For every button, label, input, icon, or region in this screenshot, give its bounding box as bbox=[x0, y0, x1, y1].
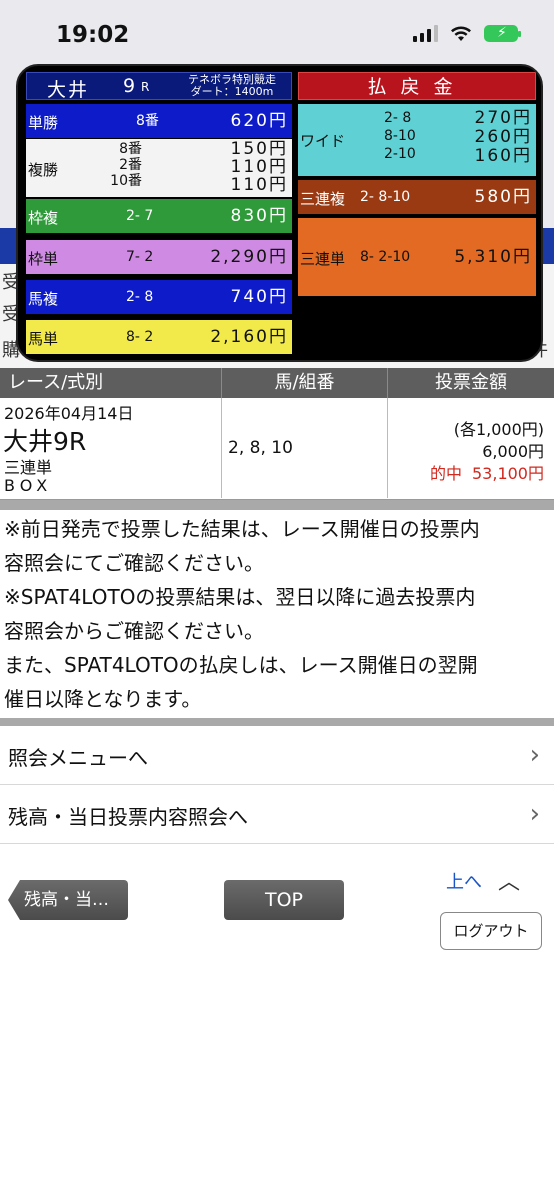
payout-amount: 580円 bbox=[474, 187, 532, 207]
payout-combo: 8- 2-10 bbox=[360, 249, 411, 265]
payout-amount: 110円 bbox=[230, 157, 288, 177]
race-date: 2026年04月14日 bbox=[4, 404, 134, 423]
total-amount: 6,000円 bbox=[482, 442, 544, 461]
race-distance: ダート：1400m bbox=[190, 85, 274, 98]
bet-type-label: 枠複 bbox=[28, 209, 59, 227]
bet-type-label: 単勝 bbox=[28, 114, 59, 132]
payout-amount: 740円 bbox=[230, 287, 288, 307]
chevron-up-icon[interactable]: ︿ bbox=[498, 864, 520, 896]
section-divider bbox=[0, 500, 554, 510]
payout-combo: 2- 7 bbox=[126, 208, 154, 224]
bet-type-label: ワイド bbox=[300, 132, 346, 150]
menu-link-balance[interactable]: 残高・当日投票内容照会へ › bbox=[0, 786, 554, 844]
payout-amount: 2,160円 bbox=[210, 327, 288, 347]
race-label: 大井9R bbox=[3, 427, 87, 456]
horse-numbers: 2, 8, 10 bbox=[228, 438, 293, 458]
payout-sanrentan: 三連単 8- 2-10 5,310円 bbox=[298, 218, 536, 296]
payout-amount: 830円 bbox=[230, 206, 288, 226]
bet-method: BOX bbox=[4, 476, 53, 495]
column-header-amount: 投票金額 bbox=[435, 372, 507, 393]
payout-combo: 8-10 bbox=[384, 128, 416, 144]
result-table-header: レース/式別 馬/組番 投票金額 bbox=[0, 368, 554, 398]
payout-amount: 260円 bbox=[474, 127, 532, 147]
status-bar: 19:02 ⚡ bbox=[0, 0, 554, 68]
menu-link-inquiry[interactable]: 照会メニューへ › bbox=[0, 727, 554, 785]
note-line: 催日以降となります。 bbox=[4, 687, 202, 711]
amount-cell: (各1,000円) 6,000円 的中 53,100円 bbox=[388, 398, 554, 498]
cellular-signal-icon bbox=[413, 24, 438, 42]
payout-combo: 10番 bbox=[110, 173, 142, 189]
payout-combo: 2- 8 bbox=[384, 110, 412, 126]
payout-amount: 5,310円 bbox=[454, 247, 532, 267]
table-row: 2026年04月14日 大井9R 三連単 BOX 2, 8, 10 (各1,00… bbox=[0, 398, 554, 500]
hit-amount: 53,100円 bbox=[472, 464, 544, 483]
payout-tansho: 単勝 8番 620円 bbox=[26, 104, 292, 138]
payout-wide: ワイド 2- 8 8-10 2-10 270円 260円 160円 bbox=[298, 104, 536, 176]
payout-amount: 150円 bbox=[230, 139, 288, 159]
bet-type: 三連単 bbox=[4, 458, 53, 477]
status-time: 19:02 bbox=[56, 22, 130, 48]
payout-result-board: 大井 9 R テネボラ特別競走 ダート：1400m 払戻金 単勝 8番 620円… bbox=[16, 64, 543, 362]
bet-type-label: 複勝 bbox=[28, 161, 59, 179]
top-button[interactable]: TOP bbox=[224, 880, 344, 920]
payout-amount: 160円 bbox=[474, 146, 532, 166]
note-line: 容照会にてご確認ください。 bbox=[4, 551, 264, 575]
note-line: また、SPAT4LOTOの払戻しは、レース開催日の翌開 bbox=[4, 653, 478, 677]
race-suffix: R bbox=[141, 80, 150, 94]
payout-sanrenfuku: 三連複 2- 8-10 580円 bbox=[298, 180, 536, 214]
payout-umafuku: 馬複 2- 8 740円 bbox=[26, 280, 292, 314]
note-line: ※前日発売で投票した結果は、レース開催日の投票内 bbox=[4, 517, 480, 541]
payout-fukusho: 複勝 8番 2番 10番 150円 110円 110円 bbox=[26, 139, 292, 197]
section-divider bbox=[0, 718, 554, 726]
payout-amount: 110円 bbox=[230, 175, 288, 195]
race-number: 9 bbox=[123, 75, 136, 97]
payout-combo: 8- 2 bbox=[126, 329, 154, 345]
status-icons: ⚡ bbox=[413, 24, 521, 42]
payout-amount: 270円 bbox=[474, 108, 532, 128]
bet-type-label: 三連複 bbox=[300, 190, 346, 208]
payout-combo: 8番 bbox=[136, 113, 159, 129]
payout-combo: 7- 2 bbox=[126, 249, 154, 265]
column-header-horse: 馬/組番 bbox=[222, 368, 388, 398]
hit-label: 的中 bbox=[429, 464, 462, 483]
menu-link-label: 残高・当日投票内容照会へ bbox=[8, 805, 248, 829]
horse-cell: 2, 8, 10 bbox=[222, 398, 388, 498]
payout-combo: 2-10 bbox=[384, 146, 416, 162]
payout-combo: 2- 8-10 bbox=[360, 189, 411, 205]
bet-type-label: 馬単 bbox=[28, 330, 59, 348]
battery-charging-icon: ⚡ bbox=[484, 24, 521, 42]
payout-wakutan: 枠単 7- 2 2,290円 bbox=[26, 240, 292, 274]
note-line: ※SPAT4LOTOの投票結果は、翌日以降に過去投票内 bbox=[4, 585, 476, 609]
hit-result: 的中 53,100円 bbox=[430, 460, 544, 484]
bet-type-label: 枠単 bbox=[28, 250, 59, 268]
payout-umatan: 馬単 8- 2 2,160円 bbox=[26, 320, 292, 354]
bet-type-label: 三連単 bbox=[300, 250, 346, 268]
back-button[interactable]: 残高・当… bbox=[8, 880, 128, 920]
race-venue: 大井 bbox=[47, 79, 90, 101]
payout-amount: 620円 bbox=[230, 111, 288, 131]
race-name: テネボラ特別競走 ダート：1400m bbox=[177, 74, 287, 98]
wifi-icon bbox=[451, 26, 471, 41]
payout-amount: 2,290円 bbox=[210, 247, 288, 267]
payout-wakufuku: 枠複 2- 7 830円 bbox=[26, 199, 292, 233]
payout-title: 払戻金 bbox=[298, 72, 536, 100]
payout-combo: 2番 bbox=[119, 157, 142, 173]
race-header: 大井 9 R テネボラ特別競走 ダート：1400m bbox=[26, 72, 292, 101]
column-header-race: レース/式別 bbox=[0, 368, 222, 398]
bet-type-label: 馬複 bbox=[28, 290, 59, 308]
race-cell: 2026年04月14日 大井9R 三連単 BOX bbox=[0, 398, 222, 498]
logout-button[interactable]: ログアウト bbox=[440, 912, 542, 950]
scroll-up-link[interactable]: 上へ bbox=[446, 868, 482, 894]
notes-section: ※前日発売で投票した結果は、レース開催日の投票内 容照会にてご確認ください。 ※… bbox=[0, 512, 554, 716]
unit-amount: (各1,000円) bbox=[453, 420, 544, 439]
note-line: 容照会からご確認ください。 bbox=[4, 619, 264, 643]
chevron-right-icon: › bbox=[529, 740, 540, 770]
menu-link-label: 照会メニューへ bbox=[8, 746, 148, 770]
payout-combo: 2- 8 bbox=[126, 289, 154, 305]
payout-combo: 8番 bbox=[119, 141, 142, 157]
chevron-right-icon: › bbox=[529, 799, 540, 829]
